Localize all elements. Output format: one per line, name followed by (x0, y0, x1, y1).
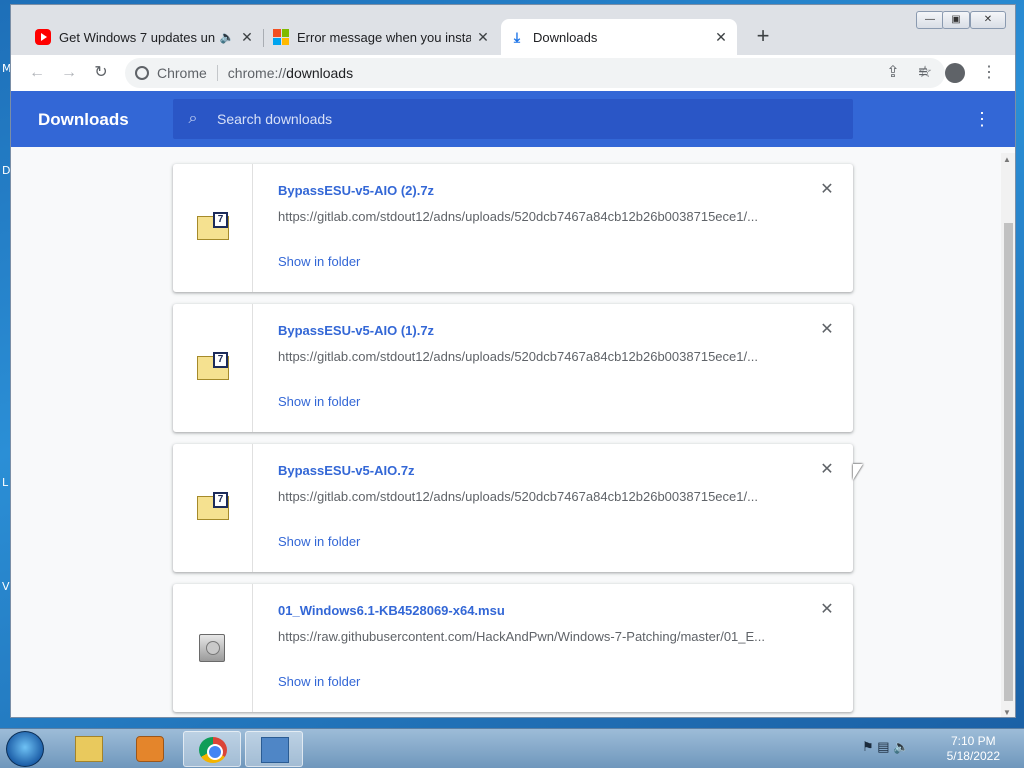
control-panel-icon (261, 737, 289, 763)
show-in-folder-link[interactable]: Show in folder (278, 254, 360, 269)
tab-downloads[interactable]: ⤓ Downloads ✕ (501, 19, 737, 55)
microsoft-icon (273, 29, 289, 45)
source-url[interactable]: https://gitlab.com/stdout12/adns/uploads… (278, 349, 778, 364)
url-host: downloads (286, 65, 354, 81)
taskbar-control-panel[interactable] (245, 731, 303, 767)
downloads-header: Downloads ⌕ ⋮ (11, 91, 1015, 147)
folder-icon (75, 736, 103, 762)
scroll-down-icon[interactable]: ▼ (1003, 708, 1011, 717)
file-name-link[interactable]: BypassESU-v5-AIO (1).7z (278, 323, 434, 338)
tab-youtube[interactable]: Get Windows 7 updates unti 🔈 ✕ (27, 19, 263, 55)
media-player-icon (136, 736, 164, 762)
show-in-folder-link[interactable]: Show in folder (278, 534, 360, 549)
reading-list-icon[interactable]: ≡ (911, 61, 935, 85)
taskbar: ⚑ ▤ 🔈 7:10 PM 5/18/2022 (0, 728, 1024, 768)
avatar (945, 63, 965, 83)
scroll-up-icon[interactable]: ▲ (1003, 155, 1011, 164)
audio-icon[interactable]: 🔈 (219, 30, 235, 44)
chrome-icon (199, 737, 227, 763)
taskbar-chrome[interactable] (183, 731, 241, 767)
source-url[interactable]: https://gitlab.com/stdout12/adns/uploads… (278, 209, 778, 224)
7z-file-icon: 7 (197, 212, 229, 242)
clock[interactable]: 7:10 PM 5/18/2022 (947, 734, 1000, 764)
source-url[interactable]: https://gitlab.com/stdout12/adns/uploads… (278, 489, 778, 504)
profile-button[interactable] (943, 61, 967, 85)
taskbar-explorer[interactable] (60, 731, 118, 767)
tab-close-button[interactable]: ✕ (713, 29, 729, 46)
back-button[interactable]: ← (25, 61, 49, 85)
msu-file-icon (199, 634, 225, 662)
remove-button[interactable]: ✕ (819, 602, 835, 618)
reload-button[interactable]: ↻ (89, 61, 113, 85)
tab-close-button[interactable]: ✕ (475, 29, 491, 46)
start-button[interactable] (6, 731, 44, 767)
show-in-folder-link[interactable]: Show in folder (278, 674, 360, 689)
remove-button[interactable]: ✕ (819, 182, 835, 198)
7z-file-icon: 7 (197, 492, 229, 522)
file-name-link[interactable]: BypassESU-v5-AIO.7z (278, 463, 415, 478)
tab-error-message[interactable]: Error message when you install a ✕ (265, 19, 499, 55)
search-input[interactable] (213, 111, 853, 127)
share-icon[interactable]: ⇪ (881, 61, 905, 85)
download-icon: ⤓ (513, 29, 521, 45)
desktop-icon-label: L (2, 476, 9, 489)
new-tab-button[interactable]: + (751, 25, 775, 49)
clock-time: 7:10 PM (950, 734, 996, 748)
download-item: 7 BypassESU-v5-AIO (1).7z https://gitlab… (173, 304, 853, 432)
7z-file-icon: 7 (197, 352, 229, 382)
site-chip: Chrome (157, 65, 207, 81)
restore-button[interactable]: ▣ (942, 11, 970, 29)
search-box[interactable]: ⌕ (173, 99, 853, 139)
remove-button[interactable]: ✕ (819, 322, 835, 338)
chrome-window: Get Windows 7 updates unti 🔈 ✕ Error mes… (10, 4, 1016, 718)
downloads-page: Downloads ⌕ ⋮ 7 BypassESU-v5-AIO (2).7z … (11, 91, 1015, 717)
scrollbar[interactable]: ▲ ▼ (1001, 153, 1015, 717)
show-in-folder-link[interactable]: Show in folder (278, 394, 360, 409)
page-title: Downloads (38, 110, 129, 129)
source-url[interactable]: https://raw.githubusercontent.com/HackAn… (278, 629, 778, 644)
forward-button[interactable]: → (57, 61, 81, 85)
chrome-icon (135, 66, 149, 80)
mouse-cursor-icon (853, 464, 863, 480)
close-window-button[interactable]: ✕ (970, 11, 1006, 29)
search-icon: ⌕ (188, 110, 198, 127)
chrome-menu-button[interactable]: ⋮ (977, 61, 1001, 85)
tab-title: Get Windows 7 updates unti (59, 29, 215, 45)
desktop-icon-label: V (2, 580, 10, 593)
clock-date: 5/18/2022 (946, 749, 1000, 763)
tab-close-button[interactable]: ✕ (239, 29, 255, 46)
youtube-icon (35, 29, 51, 45)
address-bar[interactable]: Chrome chrome:// downloads ⇪ ☆ (125, 58, 945, 88)
file-name-link[interactable]: 01_Windows6.1-KB4528069-x64.msu (278, 603, 505, 618)
download-item: 7 BypassESU-v5-AIO.7z https://gitlab.com… (173, 444, 853, 572)
tab-title: Error message when you install a (297, 29, 471, 45)
tab-strip: Get Windows 7 updates unti 🔈 ✕ Error mes… (11, 5, 1015, 55)
browser-toolbar: ← → ↻ Chrome chrome:// downloads ⇪ ☆ ≡ ⋮ (11, 55, 1015, 91)
tab-title: Downloads (533, 29, 598, 45)
download-item: 01_Windows6.1-KB4528069-x64.msu https://… (173, 584, 853, 712)
url-scheme: chrome:// (227, 65, 287, 81)
taskbar-media-player[interactable] (121, 731, 179, 767)
download-item: 7 BypassESU-v5-AIO (2).7z https://gitlab… (173, 164, 853, 292)
scrollbar-thumb[interactable] (1004, 223, 1013, 701)
file-name-link[interactable]: BypassESU-v5-AIO (2).7z (278, 183, 434, 198)
system-tray[interactable]: ⚑ ▤ 🔈 (862, 739, 909, 755)
more-actions-button[interactable]: ⋮ (973, 108, 991, 130)
minimize-button[interactable]: — (916, 11, 944, 29)
remove-button[interactable]: ✕ (819, 462, 835, 478)
